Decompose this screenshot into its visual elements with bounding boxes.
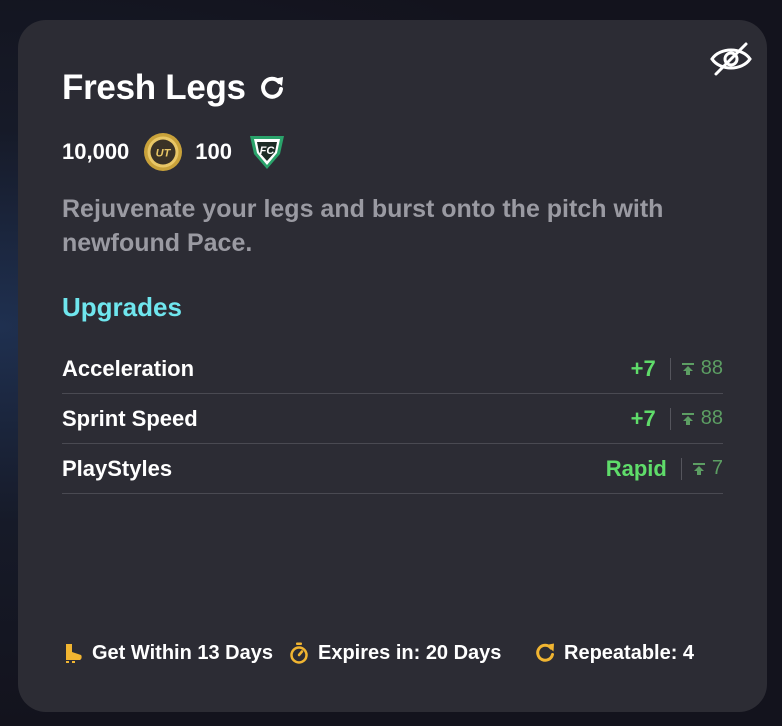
max-cap-icon — [692, 462, 706, 476]
boot-icon — [62, 642, 84, 664]
get-within-info: Get Within 13 Days — [62, 638, 273, 668]
upgrade-values: Rapid 7 — [606, 456, 723, 482]
expires-text: Expires in: 20 Days — [318, 641, 502, 664]
stopwatch-icon — [288, 642, 310, 664]
upgrade-value: +7 — [630, 405, 656, 431]
upgrade-label: Sprint Speed — [62, 405, 198, 431]
repeatable-text: Repeatable: 4 — [564, 641, 695, 664]
upgrade-cap: 88 — [700, 357, 723, 379]
objective-title: Fresh Legs — [62, 68, 246, 107]
upgrade-value: +7 — [630, 355, 656, 381]
max-cap-icon — [681, 362, 695, 376]
svg-text:UT: UT — [156, 148, 172, 160]
upgrades-heading: Upgrades — [62, 292, 182, 322]
upgrade-values: +7 88 — [631, 406, 723, 432]
upgrade-cap: 7 — [711, 457, 723, 479]
repeatable-info: Repeatable: 4 — [534, 638, 694, 668]
expires-info: Expires in: 20 Days — [288, 638, 501, 668]
title-row: Fresh Legs — [62, 68, 286, 108]
ut-coin-icon: UT — [143, 132, 183, 172]
refresh-icon — [258, 74, 286, 102]
repeat-icon — [534, 642, 556, 664]
hide-button[interactable] — [708, 40, 754, 78]
objective-card: Fresh Legs 10,000 UT 100 FC Rejuvenate y… — [18, 20, 767, 712]
divider — [669, 407, 671, 430]
upgrade-cap: 88 — [700, 407, 723, 429]
cost-row: 10,000 UT 100 FC — [62, 132, 288, 172]
divider — [680, 457, 682, 480]
max-cap-icon — [681, 412, 695, 426]
upgrade-label: PlayStyles — [62, 455, 173, 481]
svg-text:FC: FC — [260, 145, 276, 157]
fc-points-cost: 100 — [195, 139, 233, 164]
coin-cost: 10,000 — [62, 139, 130, 164]
upgrade-values: +7 88 — [631, 356, 723, 382]
eye-slash-icon — [710, 42, 752, 76]
upgrade-row: PlayStyles Rapid 7 — [62, 444, 723, 494]
get-within-text: Get Within 13 Days — [92, 641, 273, 664]
divider — [669, 357, 671, 380]
upgrade-row: Sprint Speed +7 88 — [62, 394, 723, 444]
upgrade-label: Acceleration — [62, 355, 195, 381]
upgrade-row: Acceleration +7 88 — [62, 344, 723, 394]
objective-description: Rejuvenate your legs and burst onto the … — [62, 195, 664, 257]
fc-points-icon: FC — [246, 132, 288, 172]
upgrades-list: Acceleration +7 88 Sprint Speed +7 88 Pl… — [62, 344, 723, 494]
upgrade-value: Rapid — [605, 455, 667, 481]
